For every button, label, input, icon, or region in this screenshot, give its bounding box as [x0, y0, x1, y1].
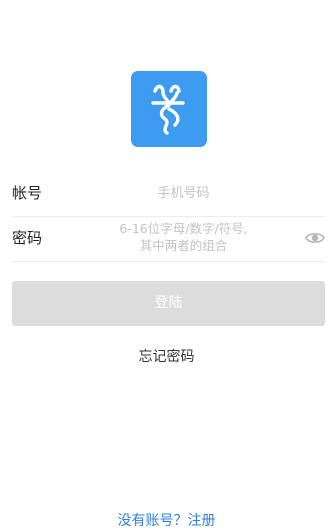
password-label: 密码 — [12, 229, 43, 247]
login-button[interactable]: 登陆 — [12, 281, 325, 326]
password-row: 密码 6-16位字母/数字/符号, 其中两者的组合 — [12, 215, 325, 262]
account-label: 帐号 — [12, 184, 43, 202]
account-input[interactable] — [72, 170, 295, 216]
password-placeholder-line2: 其中两者的组合 — [139, 238, 228, 253]
app-logo — [131, 71, 207, 147]
password-placeholder-line1: 6-16位字母/数字/符号, — [119, 221, 248, 236]
forgot-password-link[interactable]: 忘记密码 — [0, 346, 333, 366]
app-logo-glyph-icon — [151, 84, 185, 135]
account-row: 帐号 — [12, 170, 325, 217]
eye-icon[interactable] — [305, 229, 325, 247]
password-input[interactable]: 6-16位字母/数字/符号, 其中两者的组合 — [72, 220, 295, 254]
register-link[interactable]: 没有账号？注册 — [0, 510, 333, 530]
